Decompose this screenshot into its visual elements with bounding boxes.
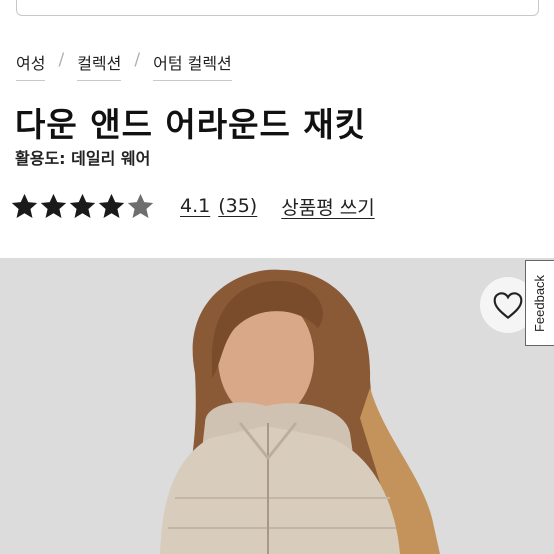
star-filled-icon — [69, 193, 96, 218]
model-photo — [0, 258, 554, 554]
star-filled-icon — [40, 193, 67, 218]
rating-row: 4.1 (35) 상품평 쓰기 — [10, 188, 375, 224]
feedback-label: Feedback — [532, 274, 548, 332]
product-title: 다운 앤드 어라운드 재킷 — [15, 105, 367, 144]
star-filled-icon — [11, 193, 38, 218]
breadcrumb-separator: / — [58, 50, 65, 70]
breadcrumb: 여성 / 컬렉션 / 어텀 컬렉션 — [16, 50, 232, 82]
product-usage: 활용도: 데일리 웨어 — [15, 149, 151, 168]
product-image — [0, 258, 554, 554]
rating-stars — [10, 192, 155, 221]
star-empty-icon — [127, 193, 154, 218]
review-count[interactable]: (35) — [218, 195, 257, 217]
breadcrumb-item-autumn-collection[interactable]: 어텀 컬렉션 — [153, 50, 232, 81]
breadcrumb-item-collection[interactable]: 컬렉션 — [77, 50, 122, 81]
star-filled-icon — [98, 193, 125, 218]
heart-icon — [493, 292, 523, 320]
breadcrumb-item-women[interactable]: 여성 — [16, 50, 46, 81]
breadcrumb-separator: / — [134, 50, 141, 70]
write-review-link[interactable]: 상품평 쓰기 — [281, 193, 374, 220]
rating-value[interactable]: 4.1 — [180, 195, 210, 217]
search-input[interactable] — [16, 0, 539, 16]
feedback-tab[interactable]: Feedback — [525, 260, 554, 346]
